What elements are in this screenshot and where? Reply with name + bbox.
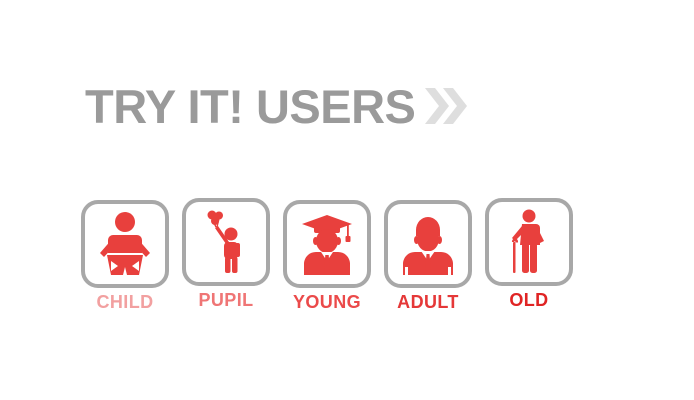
baby-icon	[100, 212, 150, 275]
tile-label: CHILD	[96, 292, 154, 312]
tile-label: ADULT	[397, 292, 459, 312]
elder-with-cane-icon	[511, 209, 544, 273]
user-tile-adult[interactable]: ADULT	[380, 200, 476, 312]
tile-frame	[283, 200, 371, 288]
tile-frame	[384, 200, 472, 288]
heading-title: TRY IT! USERS	[85, 79, 416, 133]
tile-label: YOUNG	[292, 292, 361, 312]
user-tile-pupil[interactable]: PUPIL	[178, 198, 274, 310]
businessman-icon	[403, 217, 453, 275]
tile-label: OLD	[509, 290, 549, 310]
tile-frame	[485, 198, 573, 286]
heading: TRY IT! USERS	[85, 80, 469, 132]
tile-frame	[182, 198, 270, 286]
graduate-icon	[302, 215, 352, 275]
child-balloon-icon	[207, 210, 240, 273]
double-chevron-right-icon	[425, 88, 468, 124]
tile-label: PUPIL	[198, 290, 254, 310]
user-tile-child[interactable]: CHILD	[77, 200, 173, 312]
user-tile-old[interactable]: OLD	[481, 198, 577, 310]
user-tile-young[interactable]: YOUNG	[279, 200, 375, 312]
tile-frame	[81, 200, 169, 288]
